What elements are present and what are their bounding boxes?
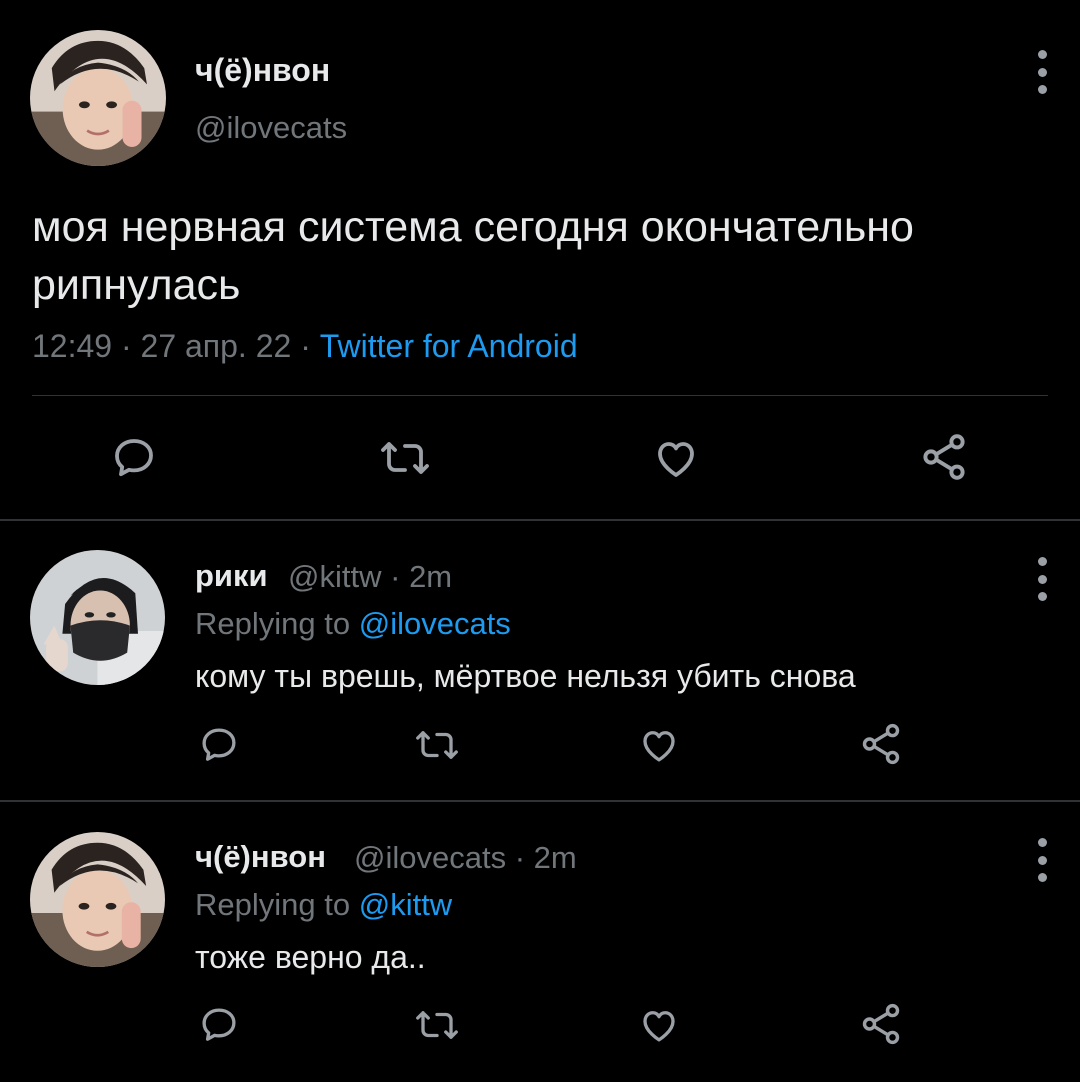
meta-separator: · [390,559,401,594]
like-icon [643,731,675,762]
reply-icon [115,439,153,477]
replying-to-line: Replying to @ilovecats [195,606,511,642]
main-display-name[interactable]: ч(ё)нвон [195,52,330,89]
replying-to-mention[interactable]: @ilovecats [359,606,511,641]
reply-handle[interactable]: @ilovecats [354,840,506,875]
tweet-thread: ч(ё)нвон @ilovecats моя нервная система … [0,0,1080,1082]
retweet-button[interactable] [414,724,460,766]
reply-handle-line: @kittw · 2m [288,559,452,595]
retweet-icon [381,442,429,474]
avatar-photo-icon [30,30,166,166]
reply-button[interactable] [198,1004,240,1046]
reply-icon [202,1008,236,1041]
like-button[interactable] [652,434,700,482]
replying-to-line: Replying to @kittw [195,887,452,923]
retweet-icon [416,731,458,759]
reply-display-name[interactable]: рики [195,558,268,594]
retweet-button[interactable] [414,1004,460,1046]
meta-separator: · [514,840,526,875]
share-button[interactable] [858,1000,904,1048]
divider [0,800,1080,802]
replying-to-label: Replying to [195,887,351,922]
share-button[interactable] [858,720,904,768]
reply-more-icon[interactable] [1032,557,1052,601]
reply-text: кому ты врешь, мёртвое нельзя убить снов… [195,658,856,694]
main-avatar[interactable] [30,30,166,166]
reply-button[interactable] [198,724,240,766]
share-button[interactable] [918,430,970,484]
reply-text: тоже верно да.. [195,939,426,975]
like-icon [658,442,694,477]
reply-avatar[interactable] [30,550,165,685]
reply-age: 2m [533,840,577,875]
like-button[interactable] [638,724,680,766]
meta-separator: · [120,328,132,364]
reply-more-icon[interactable] [1032,838,1052,882]
meta-separator: · [300,328,311,364]
main-tweet-text: моя нервная система сегодня окончательно… [32,203,914,309]
divider [0,519,1080,521]
like-icon [643,1011,675,1042]
avatar-photo-icon [30,550,165,685]
main-handle[interactable]: @ilovecats [195,110,347,146]
avatar-photo-icon [30,832,165,967]
share-icon [862,723,900,765]
share-icon [862,1003,900,1045]
tweet-time: 12:49 [32,328,113,364]
main-more-icon[interactable] [1032,50,1052,94]
reply-age: 2m [409,559,453,594]
divider [32,395,1048,396]
like-button[interactable] [638,1004,680,1046]
replying-to-mention[interactable]: @kittw [359,887,452,922]
reply-handle-line: @ilovecats · 2m [354,840,577,876]
reply-handle[interactable]: @kittw [288,559,381,594]
reply-button[interactable] [110,434,158,482]
replying-to-label: Replying to [195,606,351,641]
retweet-button[interactable] [378,434,432,482]
reply-icon [202,728,236,761]
reply-avatar[interactable] [30,832,165,967]
tweet-source-link[interactable]: Twitter for Android [320,328,578,364]
retweet-icon [416,1011,458,1039]
share-icon [923,434,965,480]
reply-display-name[interactable]: ч(ё)нвон [195,839,326,875]
main-tweet-meta: 12:49 · 27 апр. 22 · Twitter for Android [32,328,578,365]
tweet-date: 27 апр. 22 [140,328,292,364]
